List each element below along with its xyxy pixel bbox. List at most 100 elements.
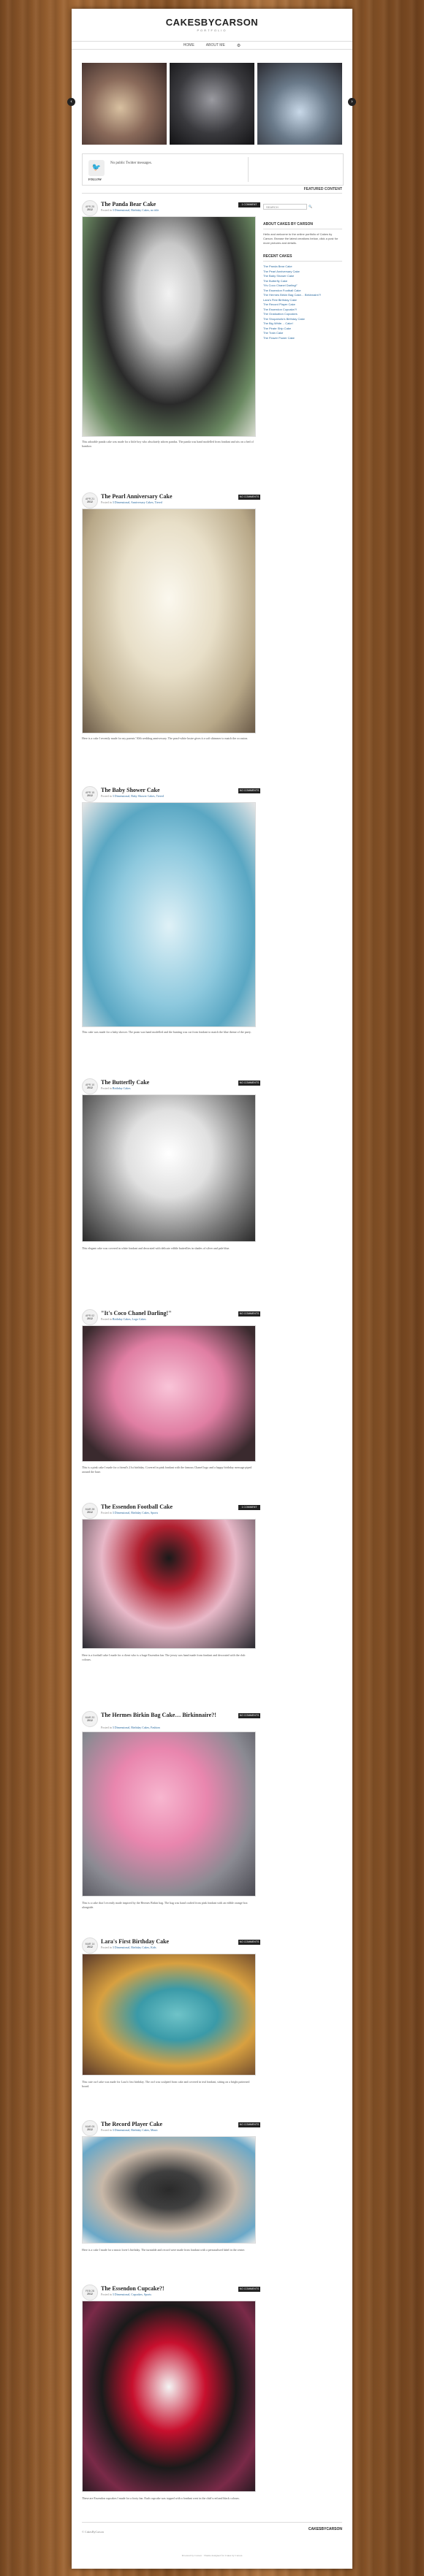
post-title[interactable]: The Essendon Cupcake?! — [101, 2285, 164, 2292]
comments-button[interactable]: NO COMMENTS — [238, 1940, 260, 1945]
recent-link[interactable]: The Flower Power Cake — [263, 336, 342, 341]
post-image[interactable] — [82, 1325, 256, 1462]
sidebar: SEARCH 🔍 ABOUT CAKES BY CARSON Hello and … — [263, 200, 342, 340]
date-badge: APR 21 2012 — [82, 492, 98, 508]
post-body: This adorable panda cake was made for a … — [82, 440, 254, 448]
page-container: CAKESBYCARSON PORTFOLIO HOME ABOUT ME ⚙ … — [67, 9, 356, 2569]
post-image[interactable] — [82, 508, 256, 733]
post-image[interactable] — [82, 1094, 256, 1242]
date-badge: FEB 28 2012 — [82, 2285, 98, 2301]
post-title[interactable]: Lara's First Birthday Cake — [101, 1938, 169, 1945]
footer-credits: Powered by Carson · Theme designed for C… — [181, 2554, 243, 2557]
post-title[interactable]: The Baby Shower Cake — [101, 787, 160, 793]
post-meta: Posted in 3 Dimensional, Birthday Cakes,… — [101, 2128, 158, 2132]
post-pearl: APR 21 2012 The Pearl Anniversary Cake Po… — [82, 492, 260, 771]
post-meta: Posted in 3 Dimensional, Birthday Cakes,… — [101, 1511, 159, 1514]
post-body: These are Essendon cupcakes I made for a… — [82, 2496, 240, 2500]
post-meta: Posted in 3 Dimensional, Baby Shower Cak… — [101, 794, 164, 798]
post-meta: Posted in 3 Dimensional, Cupcakes, Sport… — [101, 2293, 151, 2296]
post-title[interactable]: The Butterfly Cake — [101, 1079, 149, 1086]
post-essendon-cupcake: FEB 28 2012 The Essendon Cupcake?! Posted… — [82, 2285, 260, 2518]
site-subtitle: PORTFOLIO — [197, 28, 227, 32]
recent-heading: RECENT CAKES — [263, 254, 342, 262]
post-essendon-football: MAR 28 2012 The Essendon Football Cake Po… — [82, 1503, 260, 1700]
featured-content-heading: FEATURED CONTENT — [82, 187, 342, 194]
post-body: This is a cake that I recently made insp… — [82, 1901, 248, 1909]
site-logo[interactable]: CAKESBYCARSON PORTFOLIO — [72, 17, 352, 32]
post-title[interactable]: The Essendon Football Cake — [101, 1504, 173, 1510]
date-badge: APR 02 2012 — [82, 1309, 98, 1325]
twitter-widget: 🐦 No public Twitter messages. FOLLOW — [82, 153, 344, 186]
post-title[interactable]: The Panda Bear Cake — [101, 201, 156, 207]
post-image[interactable] — [82, 1954, 256, 2076]
post-body: Here is a cake I recently made for my pa… — [82, 736, 249, 740]
follow-button[interactable]: FOLLOW — [88, 178, 102, 181]
slide-image[interactable] — [82, 63, 167, 145]
nav-item-about[interactable]: ABOUT ME — [206, 43, 225, 47]
post-image[interactable] — [82, 2136, 256, 2244]
date-badge: APR 15 2012 — [82, 786, 98, 802]
post-meta: Posted in Birthday Cakes — [101, 1086, 131, 1090]
comments-button[interactable]: NO COMMENTS — [238, 2122, 260, 2127]
nav-item-home[interactable]: HOME — [183, 43, 194, 47]
comments-button[interactable]: NO COMMENTS — [238, 2287, 260, 2292]
post-body: This is a pink cake I made for a friend'… — [82, 1466, 252, 1474]
comments-button[interactable]: NO COMMENTS — [238, 1311, 260, 1316]
comments-button[interactable]: NO COMMENTS — [238, 495, 260, 500]
date-badge: APR 10 2012 — [82, 1078, 98, 1094]
chevron-right-icon[interactable]: › — [348, 98, 356, 106]
comments-button[interactable]: NO COMMENTS — [238, 1081, 260, 1086]
post-meta: Posted in 3 Dimensional, Birthday Cakes,… — [101, 208, 159, 212]
date-badge: MAR 28 2012 — [82, 1503, 98, 1519]
post-birkin: MAR 20 2012 The Hermes Birkin Bag Cake… B… — [82, 1711, 260, 1930]
comments-button[interactable]: NO COMMENTS — [238, 1713, 260, 1718]
post-body: This elegant cake was covered in white f… — [82, 1246, 230, 1250]
post-butterfly: APR 10 2012 The Butterfly Cake Posted in … — [82, 1078, 260, 1297]
site-footer: © CakesByCarson CAKESBYCARSON — [82, 2522, 342, 2545]
post-lara: MAR 14 2012 Lara's First Birthday Cake Po… — [82, 1937, 260, 2113]
footer-brand[interactable]: CAKESBYCARSON — [308, 2527, 342, 2531]
slide-image[interactable] — [170, 63, 254, 145]
comments-button[interactable]: 1 COMMENT — [238, 1505, 260, 1510]
post-title[interactable]: "It's Coco Chanel Darling!" — [101, 1310, 172, 1316]
post-title[interactable]: The Hermes Birkin Bag Cake… Birkinnaire?… — [101, 1712, 218, 1718]
post-meta: Posted in 3 Dimensional, Anniversary Cak… — [101, 500, 162, 504]
post-title[interactable]: The Pearl Anniversary Cake — [101, 493, 173, 500]
post-image[interactable] — [82, 216, 256, 437]
post-image[interactable] — [82, 2301, 256, 2492]
post-meta: Posted in 3 Dimensional, Birthday Cakes,… — [101, 1946, 156, 1949]
gear-icon[interactable]: ⚙ — [237, 43, 241, 48]
search-input[interactable]: SEARCH — [263, 203, 307, 210]
date-badge: APR 25 2012 — [82, 200, 98, 216]
post-title[interactable]: The Record Player Cake — [101, 2121, 162, 2127]
post-body: This cute owl cake was made for Lara's f… — [82, 2080, 250, 2088]
search-icon[interactable]: 🔍 — [308, 205, 312, 208]
post-image[interactable] — [82, 1731, 256, 1897]
about-heading: ABOUT CAKES BY CARSON — [263, 222, 342, 229]
post-record-player: MAR 05 2012 The Record Player Cake Posted… — [82, 2120, 260, 2274]
post-image[interactable] — [82, 1519, 256, 1649]
chevron-left-icon[interactable]: ‹ — [67, 98, 75, 106]
twitter-bird-icon: 🐦 — [88, 160, 105, 176]
date-badge: MAR 05 2012 — [82, 2120, 98, 2136]
post-image[interactable] — [82, 802, 256, 1027]
slide-image[interactable] — [257, 63, 342, 145]
date-badge: MAR 14 2012 — [82, 1937, 98, 1954]
post-body: Here is a cake I made for a music lover'… — [82, 2248, 246, 2252]
post-body: Here is a football cake I made for a cli… — [82, 1653, 246, 1661]
post-meta: Posted in 3 Dimensional, Birthday Cakes,… — [101, 1726, 160, 1729]
image-slider — [72, 63, 352, 145]
comments-button[interactable]: 1 COMMENT — [238, 202, 260, 207]
post-body: This cake was made for a baby shower. Th… — [82, 1030, 251, 1034]
main-nav: HOME ABOUT ME ⚙ — [72, 41, 352, 50]
twitter-message: No public Twitter messages. — [110, 161, 152, 165]
site-header: CAKESBYCARSON PORTFOLIO — [72, 9, 352, 41]
comments-button[interactable]: NO COMMENTS — [238, 788, 260, 793]
post-chanel: APR 02 2012 "It's Coco Chanel Darling!" P… — [82, 1309, 260, 1492]
divider — [248, 157, 249, 182]
post-panda: APR 25 2012 The Panda Bear Cake Posted in… — [82, 200, 260, 478]
footer-copyright: © CakesByCarson — [82, 2530, 104, 2534]
post-baby-shower: APR 15 2012 The Baby Shower Cake Posted i… — [82, 786, 260, 1064]
post-meta: Posted in Birthday Cakes, Logo Cakes — [101, 1317, 146, 1321]
date-badge: MAR 20 2012 — [82, 1711, 98, 1727]
